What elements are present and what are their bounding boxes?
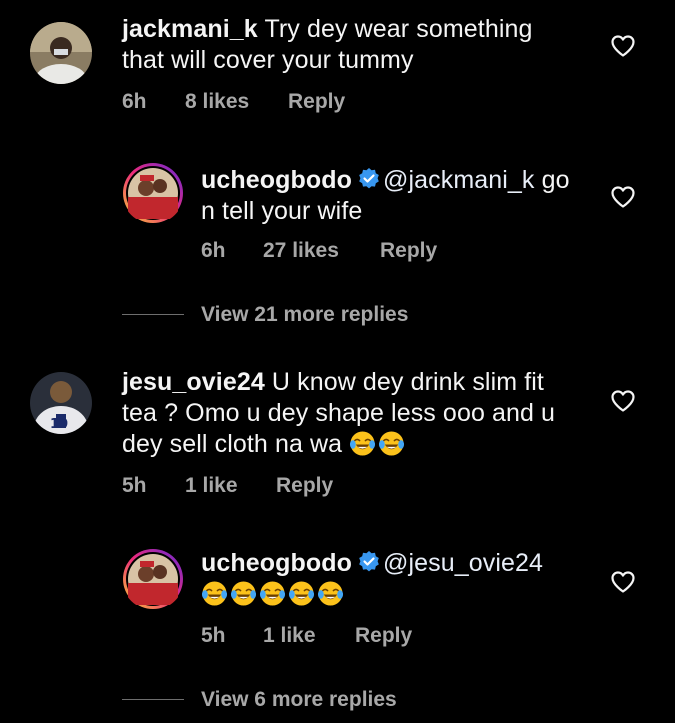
avatar-jesu-ovie24[interactable]: 10	[30, 372, 92, 434]
view-more-replies-button[interactable]: View 21 more replies	[201, 303, 408, 327]
svg-text:10: 10	[50, 417, 68, 432]
comment-likes[interactable]: 8 likes	[185, 90, 249, 114]
heart-icon[interactable]	[610, 185, 636, 209]
reply-button[interactable]: Reply	[276, 474, 333, 498]
comment-text: go	[541, 166, 570, 194]
mention-link[interactable]: @jesu_ovie24	[383, 549, 543, 577]
comment-jackmani-k-text: jackmani_k Try dey wear something that w…	[122, 14, 532, 76]
emoji-row	[201, 580, 346, 608]
reply-button[interactable]: Reply	[288, 90, 345, 114]
view-replies-divider	[122, 699, 184, 700]
comment-time: 5h	[122, 474, 147, 497]
comment-text: n tell your wife	[201, 197, 363, 225]
comment-likes[interactable]: 1 like	[263, 624, 316, 648]
heart-icon[interactable]	[610, 570, 636, 594]
face-with-tears-of-joy-icon	[288, 581, 315, 606]
comment-jesu-ovie24-text: jesu_ovie24 U know dey drink slim fit te…	[122, 367, 555, 460]
avatar-ucheogbodo[interactable]	[122, 162, 184, 224]
comment-username[interactable]: jackmani_k	[122, 15, 258, 43]
face-with-tears-of-joy-icon	[379, 431, 405, 456]
comment-likes[interactable]: 27 likes	[263, 239, 339, 263]
verified-badge-icon	[359, 551, 379, 572]
reply-button[interactable]: Reply	[355, 624, 412, 648]
mention-link[interactable]: @jackmani_k	[383, 166, 535, 194]
comment-text: dey sell cloth na wa	[122, 430, 343, 458]
comment-username[interactable]: ucheogbodo	[201, 549, 352, 577]
face-with-tears-of-joy-icon	[230, 581, 257, 606]
heart-icon[interactable]	[610, 34, 636, 58]
face-with-tears-of-joy-icon	[259, 581, 286, 606]
face-with-tears-of-joy-icon	[201, 581, 228, 606]
reply-button[interactable]: Reply	[380, 239, 437, 263]
face-with-tears-of-joy-icon	[350, 431, 376, 456]
comment-time: 6h	[201, 239, 226, 262]
comment-time: 5h	[201, 624, 226, 647]
comment-ucheogbodo-text: ucheogbodo @jackmani_k go n tell your wi…	[201, 165, 570, 227]
verified-badge-icon	[359, 168, 379, 189]
comment-time: 6h	[122, 90, 147, 113]
avatar-jackmani-k[interactable]	[30, 22, 92, 84]
comment-text: that will cover your tummy	[122, 46, 414, 74]
comment-text: tea ? Omo u dey shape less ooo and u	[122, 399, 556, 427]
comment-username[interactable]: ucheogbodo	[201, 166, 352, 194]
heart-icon[interactable]	[610, 389, 636, 413]
comment-text: U know dey drink slim fit	[271, 368, 544, 396]
view-more-replies-button[interactable]: View 6 more replies	[201, 688, 397, 712]
comment-likes[interactable]: 1 like	[185, 474, 238, 498]
face-with-tears-of-joy-icon	[317, 581, 344, 606]
comment-username[interactable]: jesu_ovie24	[122, 368, 265, 396]
comment-text: Try dey wear something	[264, 15, 533, 43]
comment-ucheogbodo-text: ucheogbodo @jesu_ovie24	[201, 548, 543, 610]
view-replies-divider	[122, 314, 184, 315]
avatar-ucheogbodo[interactable]	[122, 548, 184, 610]
